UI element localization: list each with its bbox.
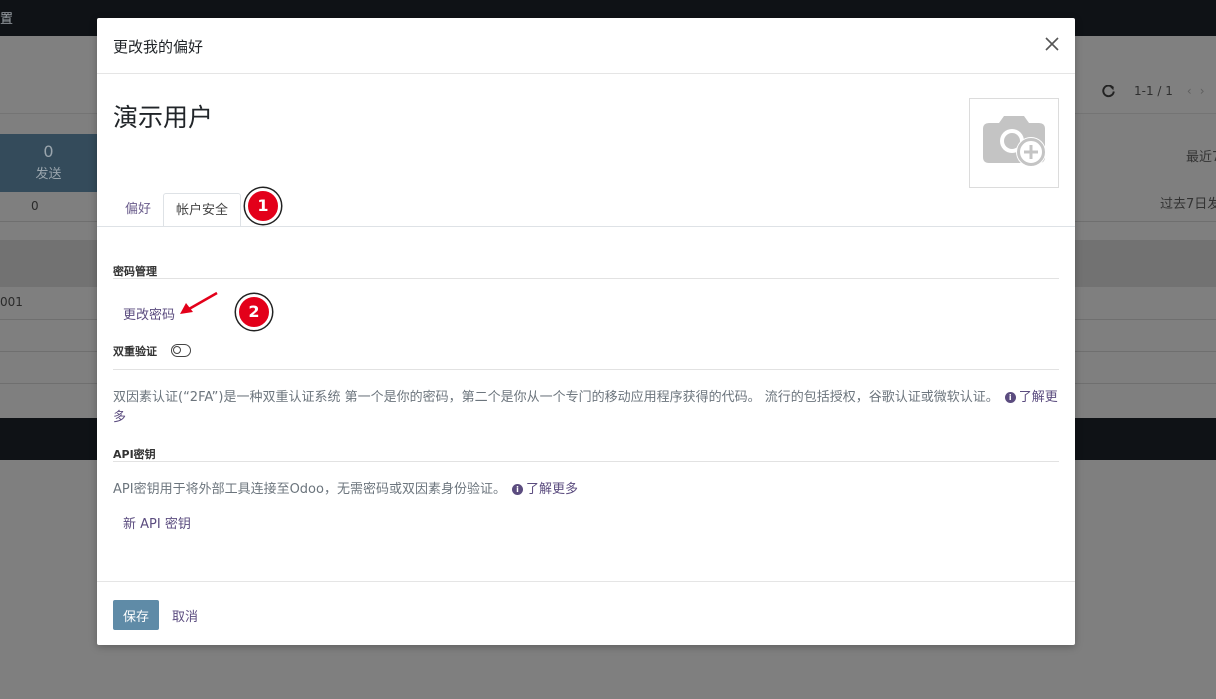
two-factor-label: 双重验证	[113, 345, 157, 358]
section-divider	[113, 369, 1059, 370]
info-icon: i	[1004, 392, 1016, 403]
preferences-dialog: 更改我的偏好 演示用户 偏好 帐户安全 1 密码管理 更改密码 2 双重验证 双…	[97, 18, 1075, 645]
cancel-button[interactable]: 取消	[172, 606, 198, 625]
api-keys-description: API密钥用于将外部工具连接至Odoo，无需密码或双因素身份验证。	[113, 482, 506, 497]
change-password-link[interactable]: 更改密码	[123, 304, 175, 323]
api-keys-section-title: API密钥	[113, 448, 156, 461]
background-right-mid-text: 过去7日发	[1160, 197, 1216, 212]
user-name: 演示用户	[113, 103, 214, 132]
refresh-icon[interactable]	[1100, 83, 1116, 99]
new-api-key-link[interactable]: 新 API 密钥	[123, 513, 191, 532]
background-stat-label: 发送	[35, 167, 62, 182]
background-pager: 1-1 / 1 ‹›	[1100, 82, 1216, 100]
pager-chevron-icons[interactable]: ‹›	[1187, 84, 1213, 98]
two-factor-description: 双因素认证(“2FA”)是一种双重认证系统 第一个是你的密码，第二个是你从一个专…	[113, 390, 999, 405]
annotation-badge-1: 1	[245, 188, 281, 224]
toggle-icon	[173, 346, 181, 354]
two-factor-toggle[interactable]	[171, 344, 191, 357]
section-divider	[113, 278, 1059, 279]
password-section-title: 密码管理	[113, 265, 157, 278]
tab-preferences[interactable]: 偏好	[113, 193, 163, 227]
background-right-top-text: 最近7	[1186, 150, 1216, 165]
background-row-text: 001	[0, 295, 23, 309]
dialog-title: 更改我的偏好	[113, 38, 204, 56]
info-icon: i	[511, 484, 523, 495]
api-keys-description-block: API密钥用于将外部工具连接至Odoo，无需密码或双因素身份验证。 i 了解更多	[113, 480, 1059, 500]
close-icon[interactable]	[1043, 35, 1061, 53]
background-stat-row-value: 0	[31, 199, 39, 213]
background-stat-value: 0	[43, 142, 54, 161]
background-pager-text: 1-1 / 1	[1134, 84, 1173, 98]
dialog-header: 更改我的偏好	[97, 18, 1075, 74]
annotation-badge-2: 2	[236, 294, 272, 330]
tabs-divider	[97, 226, 1075, 227]
section-divider	[113, 461, 1059, 462]
background-topbar-text: 置	[0, 12, 14, 27]
two-factor-description-block: 双因素认证(“2FA”)是一种双重认证系统 第一个是你的密码，第二个是你从一个专…	[113, 388, 1059, 428]
api-keys-learn-more-link[interactable]: 了解更多	[526, 482, 578, 497]
background-stat-box: 0 发送	[0, 134, 97, 192]
tab-account-security[interactable]: 帐户安全	[163, 193, 242, 227]
save-button[interactable]: 保存	[113, 600, 159, 630]
dialog-tabs: 偏好 帐户安全	[113, 193, 242, 227]
camera-plus-icon	[979, 111, 1049, 175]
avatar-upload[interactable]	[969, 98, 1059, 188]
dialog-footer: 保存 取消	[97, 581, 1075, 645]
arrow-annotation-icon	[177, 290, 221, 320]
